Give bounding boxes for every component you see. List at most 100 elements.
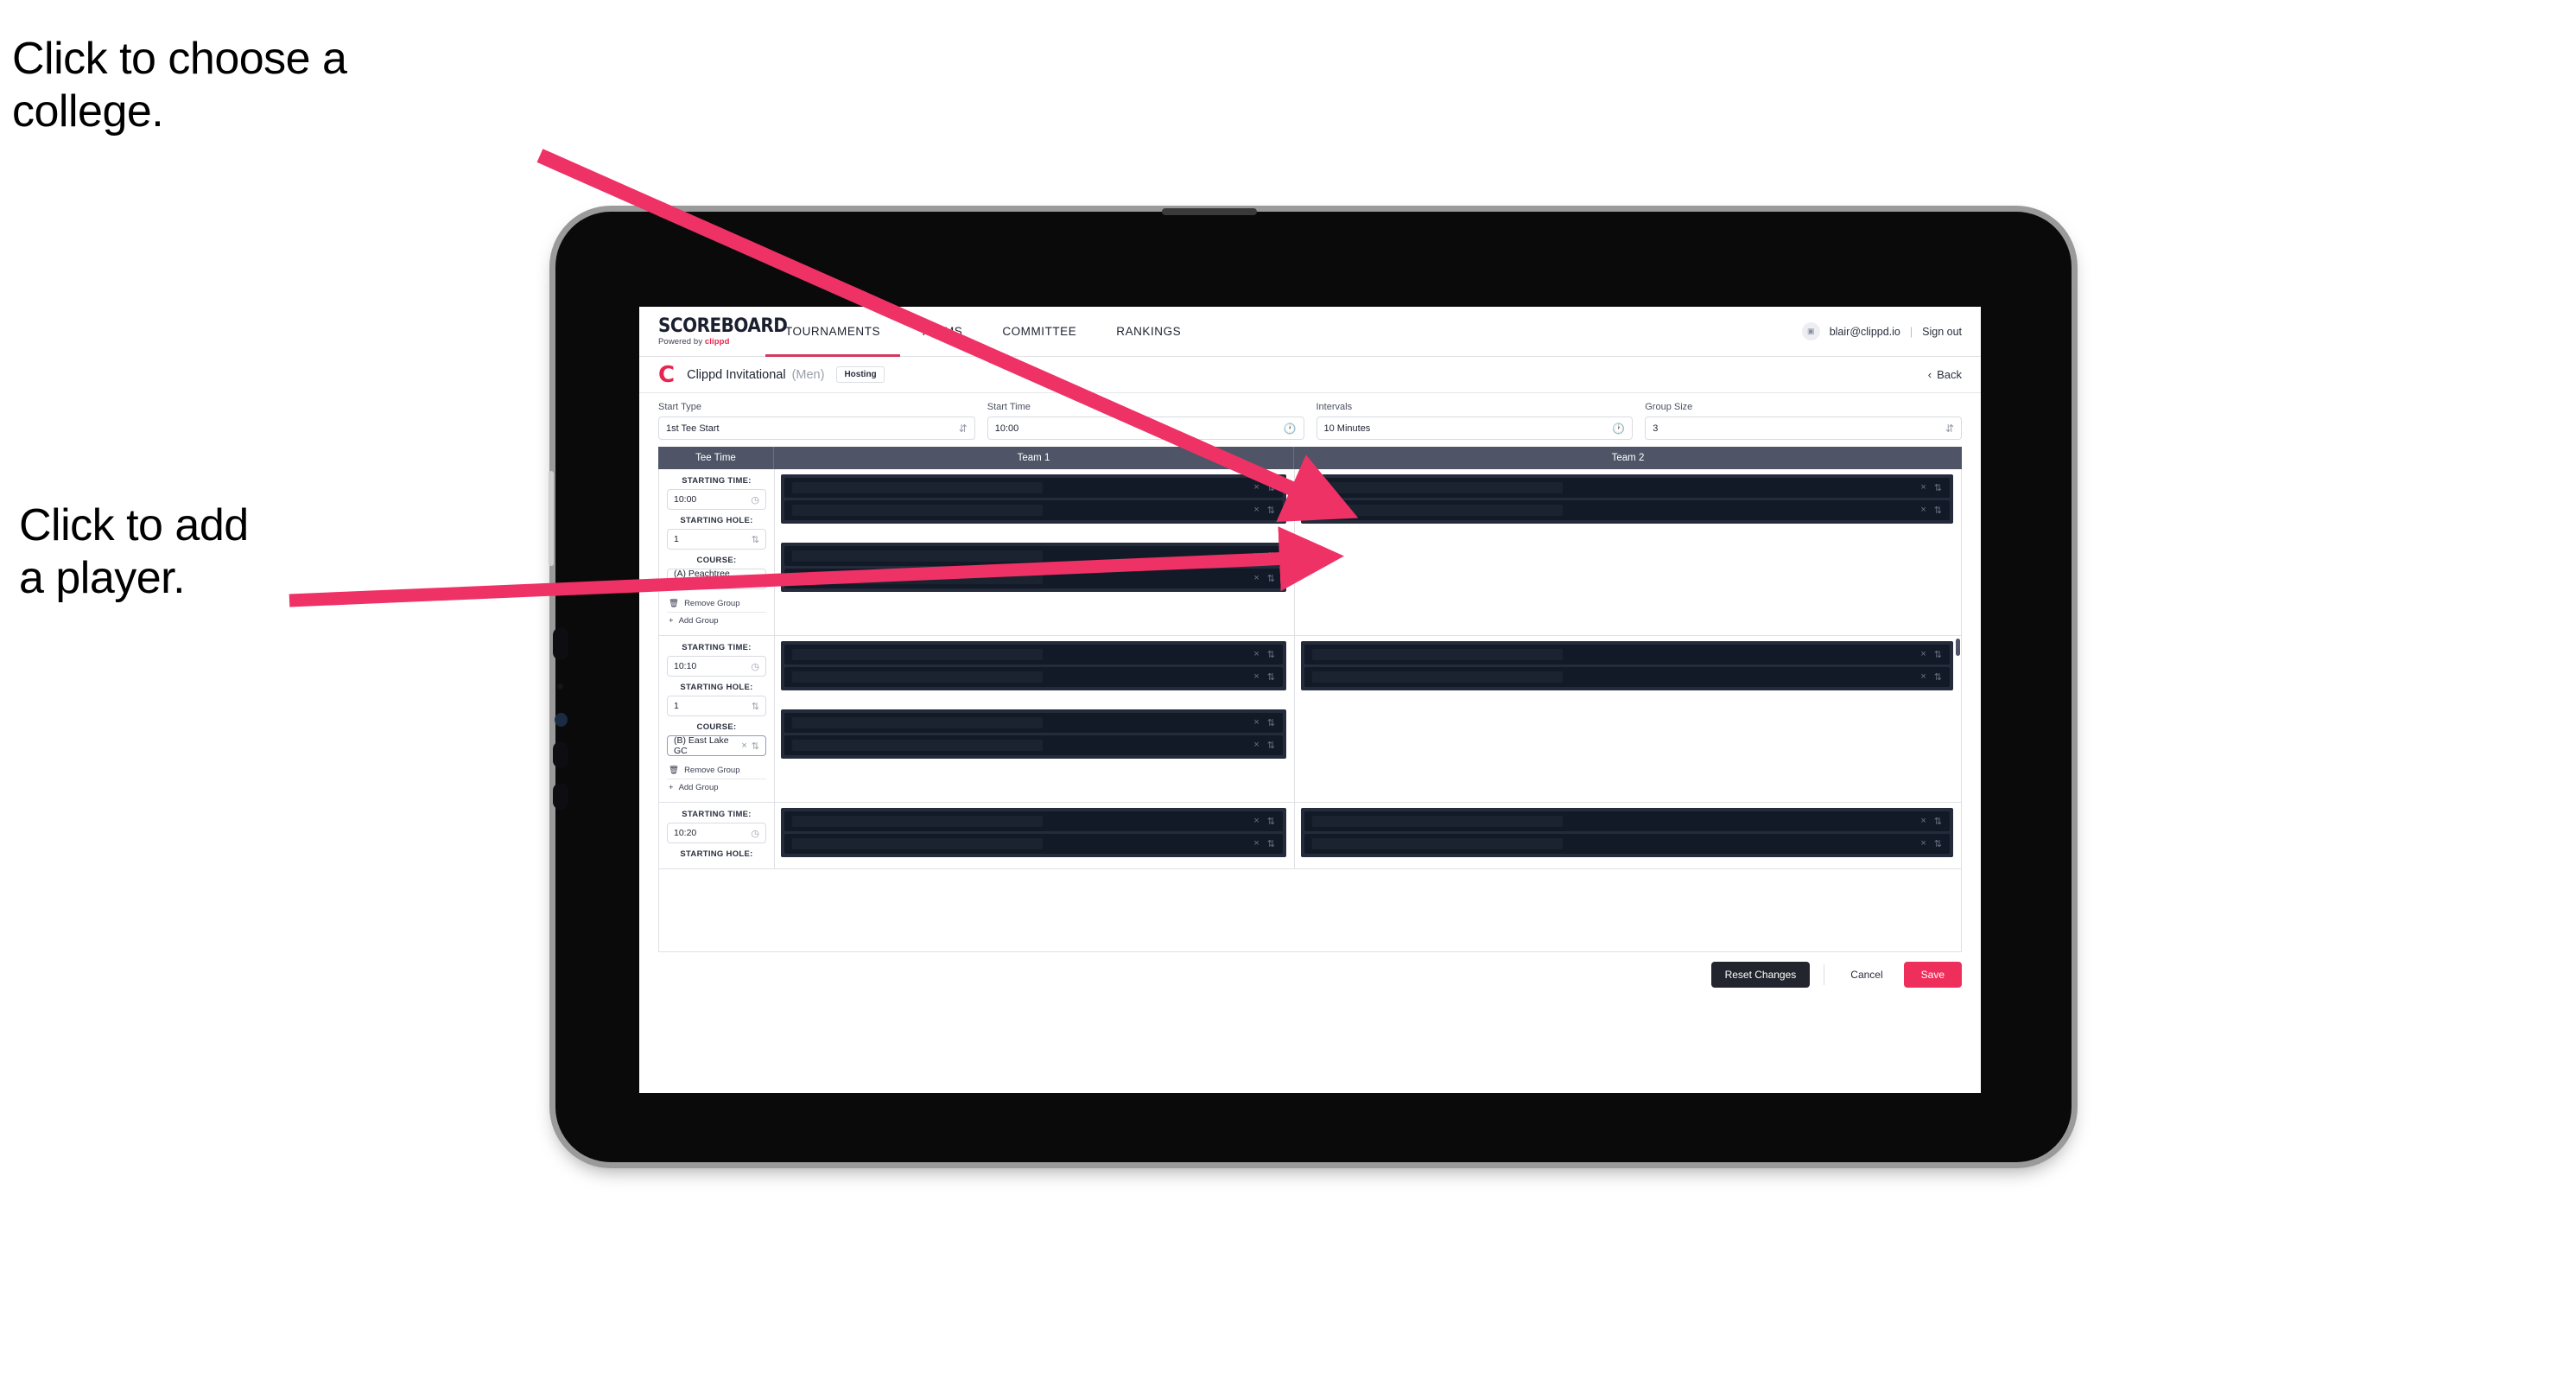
- player-slot[interactable]: × ⇅: [1304, 667, 1950, 687]
- player-slot[interactable]: × ⇅: [784, 478, 1283, 498]
- stepper-icon[interactable]: ⇅: [752, 701, 759, 712]
- slot-icons: × ⇅: [1920, 482, 1942, 493]
- clear-icon[interactable]: ×: [741, 741, 746, 751]
- stepper-icon[interactable]: ⇅: [1934, 649, 1942, 660]
- course-select[interactable]: (B) East Lake GC × ⇅: [667, 735, 766, 756]
- player-slot[interactable]: × ⇅: [784, 834, 1283, 854]
- clear-icon[interactable]: ×: [1253, 550, 1259, 562]
- starting-hole-input[interactable]: 1 ⇅: [667, 696, 766, 716]
- clear-icon[interactable]: ×: [1253, 505, 1259, 516]
- player-name-redacted: [1312, 816, 1563, 827]
- clear-icon[interactable]: ×: [1253, 838, 1259, 849]
- stepper-icon[interactable]: ⇅: [1267, 816, 1275, 827]
- clear-icon[interactable]: ×: [1920, 505, 1926, 516]
- stepper-icon[interactable]: ⇅: [1267, 671, 1275, 683]
- stepper-icon[interactable]: ⇅: [1934, 482, 1942, 493]
- clear-icon[interactable]: ×: [741, 574, 746, 584]
- chevron-left-icon: ‹: [1927, 368, 1932, 381]
- nav-tab-teams[interactable]: TEAMS: [900, 307, 982, 357]
- starting-time-input[interactable]: 10:10 ◷: [667, 656, 766, 677]
- starting-time-input[interactable]: 10:00 ◷: [667, 489, 766, 510]
- stepper-icon[interactable]: ⇅: [752, 741, 759, 752]
- stepper-icon[interactable]: ⇅: [752, 574, 759, 585]
- add-group-button[interactable]: + Add Group: [667, 612, 766, 629]
- stepper-icon[interactable]: ⇅: [1267, 573, 1275, 584]
- team-1-column: × ⇅ × ⇅ × ⇅ × ⇅: [775, 636, 1295, 802]
- stepper-icon[interactable]: ⇅: [752, 534, 759, 545]
- player-slot[interactable]: × ⇅: [784, 713, 1283, 733]
- clock-icon[interactable]: 🕐: [1284, 423, 1297, 435]
- clear-icon[interactable]: ×: [1253, 671, 1259, 683]
- player-slot[interactable]: × ⇅: [784, 569, 1283, 588]
- stepper-icon[interactable]: ⇅: [1934, 505, 1942, 516]
- clear-icon[interactable]: ×: [1920, 649, 1926, 660]
- user-avatar-icon[interactable]: ▣: [1801, 322, 1820, 340]
- player-slot[interactable]: × ⇅: [784, 667, 1283, 687]
- stepper-icon[interactable]: ⇵: [959, 423, 968, 435]
- starting-time-input[interactable]: 10:20 ◷: [667, 823, 766, 843]
- start-type-select[interactable]: 1st Tee Start ⇵: [658, 416, 975, 440]
- stepper-icon[interactable]: ⇅: [1934, 816, 1942, 827]
- sign-out-link[interactable]: Sign out: [1922, 326, 1962, 338]
- stepper-icon[interactable]: ⇅: [1267, 482, 1275, 493]
- cancel-button[interactable]: Cancel: [1838, 962, 1894, 988]
- remove-group-button[interactable]: 🗑 Remove Group: [667, 762, 766, 779]
- clear-icon[interactable]: ×: [1920, 671, 1926, 683]
- clock-icon[interactable]: 🕐: [1612, 423, 1625, 435]
- starting-time-input-value: 10:00: [674, 494, 697, 505]
- clear-icon[interactable]: ×: [1253, 816, 1259, 827]
- stepper-icon[interactable]: ⇵: [1945, 423, 1954, 435]
- annotation-add-player: Click to add a player.: [19, 500, 249, 604]
- clear-icon[interactable]: ×: [1253, 573, 1259, 584]
- nav-tab-tournaments[interactable]: TOURNAMENTS: [765, 307, 901, 357]
- intervals-input[interactable]: 10 Minutes 🕐: [1316, 416, 1634, 440]
- nav-tab-rankings[interactable]: RANKINGS: [1096, 307, 1201, 357]
- stepper-icon[interactable]: ⇅: [1267, 505, 1275, 516]
- table-body[interactable]: STARTING TIME: 10:00 ◷ STARTING HOLE: 1 ⇅ COUR…: [658, 469, 1962, 952]
- clear-icon[interactable]: ×: [1920, 816, 1926, 827]
- clock-icon[interactable]: ◷: [751, 494, 759, 505]
- stepper-icon[interactable]: ⇅: [1267, 649, 1275, 660]
- vertical-scrollbar-thumb[interactable]: [1956, 639, 1960, 656]
- start-time-input[interactable]: 10:00 🕐: [987, 416, 1304, 440]
- clear-icon[interactable]: ×: [1253, 717, 1259, 728]
- player-slot[interactable]: × ⇅: [784, 546, 1283, 566]
- clear-icon[interactable]: ×: [1920, 838, 1926, 849]
- save-button[interactable]: Save: [1903, 962, 1962, 988]
- nav-tab-committee[interactable]: COMMITTEE: [982, 307, 1096, 357]
- start-type-label: Start Type: [658, 402, 701, 412]
- slot-icons: × ⇅: [1253, 740, 1275, 751]
- course-select[interactable]: (A) Peachtree GC × ⇅: [667, 569, 766, 589]
- player-slot[interactable]: × ⇅: [1304, 645, 1950, 664]
- player-slot[interactable]: × ⇅: [1304, 811, 1950, 831]
- stepper-icon[interactable]: ⇅: [1267, 740, 1275, 751]
- clock-icon[interactable]: ◷: [751, 661, 759, 672]
- player-slot[interactable]: × ⇅: [1304, 834, 1950, 854]
- clear-icon[interactable]: ×: [1253, 649, 1259, 660]
- stepper-icon[interactable]: ⇅: [1267, 838, 1275, 849]
- remove-group-button[interactable]: 🗑 Remove Group: [667, 595, 766, 612]
- starting-hole-input[interactable]: 1 ⇅: [667, 529, 766, 550]
- clear-icon[interactable]: ×: [1253, 740, 1259, 751]
- player-slot[interactable]: × ⇅: [784, 735, 1283, 755]
- scoreboard-logo[interactable]: SCOREBOARD Powered by clippd: [658, 315, 788, 346]
- player-slot[interactable]: × ⇅: [1304, 500, 1950, 520]
- player-slot[interactable]: × ⇅: [784, 645, 1283, 664]
- clock-icon[interactable]: ◷: [751, 828, 759, 839]
- slot-icons: × ⇅: [1920, 671, 1942, 683]
- player-slot[interactable]: × ⇅: [784, 500, 1283, 520]
- back-button[interactable]: ‹ Back: [1928, 368, 1962, 381]
- reset-changes-button[interactable]: Reset Changes: [1710, 962, 1811, 988]
- stepper-icon[interactable]: ⇅: [1934, 838, 1942, 849]
- player-slot[interactable]: × ⇅: [1304, 478, 1950, 498]
- slot-icons: × ⇅: [1920, 838, 1942, 849]
- add-group-button[interactable]: + Add Group: [667, 779, 766, 796]
- player-slot[interactable]: × ⇅: [784, 811, 1283, 831]
- stepper-icon[interactable]: ⇅: [1934, 671, 1942, 683]
- clear-icon[interactable]: ×: [1920, 482, 1926, 493]
- slot-icons: × ⇅: [1253, 649, 1275, 660]
- stepper-icon[interactable]: ⇅: [1267, 550, 1275, 562]
- clear-icon[interactable]: ×: [1253, 482, 1259, 493]
- group-size-select[interactable]: 3 ⇵: [1645, 416, 1962, 440]
- stepper-icon[interactable]: ⇅: [1267, 717, 1275, 728]
